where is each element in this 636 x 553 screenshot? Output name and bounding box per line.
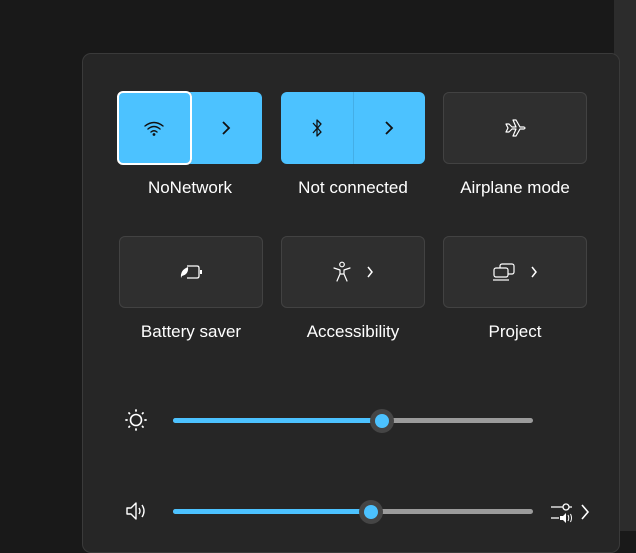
chevron-right-icon [384, 120, 394, 136]
brightness-slider-row [120, 405, 600, 435]
quick-settings-panel: NoNetwork Not connected Airplane mode Ba… [82, 53, 620, 553]
battery-saver-label: Battery saver [140, 322, 242, 341]
brightness-slider[interactable] [173, 409, 533, 433]
volume-mixer-icon [550, 499, 594, 525]
volume-slider[interactable] [173, 500, 533, 524]
brightness-slider-fill [173, 418, 382, 423]
bluetooth-icon [311, 118, 323, 138]
accessibility-button[interactable] [281, 236, 425, 308]
volume-slider-fill [173, 509, 371, 514]
brightness-slider-thumb[interactable] [369, 409, 394, 433]
speaker-icon[interactable] [124, 500, 148, 522]
bluetooth-label: Not connected [298, 178, 408, 197]
volume-mixer-button[interactable] [550, 499, 594, 525]
bluetooth-tile [281, 92, 425, 164]
project-icon [492, 263, 516, 281]
accessibility-icon [332, 261, 352, 283]
project-button[interactable] [443, 236, 587, 308]
wifi-tile [117, 91, 263, 165]
airplane-icon [503, 118, 527, 138]
project-label: Project [488, 322, 542, 341]
wifi-toggle-button[interactable] [117, 91, 192, 165]
bluetooth-toggle-button[interactable] [281, 92, 354, 164]
airplane-mode-button[interactable] [443, 92, 587, 164]
wifi-label: NoNetwork [147, 178, 233, 197]
battery-saver-icon [178, 264, 204, 280]
volume-slider-thumb[interactable] [359, 500, 383, 524]
wifi-expand-button[interactable] [191, 92, 263, 164]
volume-slider-row [120, 496, 600, 526]
battery-saver-button[interactable] [119, 236, 263, 308]
chevron-right-icon [366, 266, 374, 278]
accessibility-label: Accessibility [306, 322, 400, 341]
airplane-mode-label: Airplane mode [460, 178, 570, 197]
chevron-right-icon [221, 120, 231, 136]
bluetooth-expand-button[interactable] [354, 92, 426, 164]
brightness-icon [124, 409, 148, 431]
wifi-icon [143, 120, 165, 136]
chevron-right-icon [530, 266, 538, 278]
